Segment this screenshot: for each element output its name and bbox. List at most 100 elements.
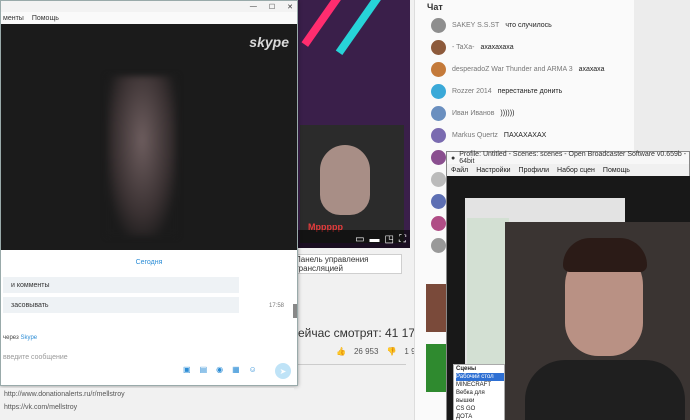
avatar[interactable] xyxy=(431,171,446,187)
skype-logo: skype xyxy=(249,34,289,50)
chat-message: desperadoZ War Thunder and ARMA 3 ахахаха xyxy=(415,58,634,80)
chat-message: Иван Иванов)))))) xyxy=(415,102,634,124)
vk-link[interactable]: https://vk.com/mellstroy xyxy=(4,401,294,414)
skype-video: skype xyxy=(1,24,297,250)
screen: Mppppp ▭ ▬ ◳ ⛶ Панель управления трансля… xyxy=(0,0,690,420)
chat-text: что случилось xyxy=(505,21,552,29)
chat-author[interactable]: Иван Иванов xyxy=(452,110,494,117)
skype-menubar: менты Помощь xyxy=(1,12,297,24)
skype-titlebar: — ☐ ✕ xyxy=(1,1,297,12)
nested-sidebar xyxy=(467,218,509,378)
scenes-header: Сцены xyxy=(456,366,477,372)
close-icon[interactable]: ✕ xyxy=(287,3,293,11)
scene-items: Рабочий стол MINECRAFT Вебка для вышки CS G… xyxy=(456,373,504,420)
obs-webcam xyxy=(505,222,690,420)
obs-logo-icon: ● xyxy=(451,154,456,162)
player-stripe-pink xyxy=(301,0,343,47)
chat-text: ахахахаха xyxy=(480,43,514,51)
chat-author[interactable]: SAKЕY S.S.ST xyxy=(452,22,499,29)
avatar[interactable] xyxy=(431,105,446,121)
chat-message: - TaXa-ахахахаха xyxy=(415,36,634,58)
player-stripe-cyan xyxy=(335,0,389,56)
avatar[interactable] xyxy=(431,149,446,165)
avatar[interactable] xyxy=(431,215,446,231)
menu-item-help[interactable]: Помощь xyxy=(32,15,59,22)
obs-menu-settings[interactable]: Настройки xyxy=(476,167,510,174)
via-app: Skype xyxy=(20,335,38,341)
contact-icon[interactable]: ▦ xyxy=(232,365,240,374)
streamer-body xyxy=(525,360,685,420)
video-thumbnail[interactable] xyxy=(426,284,446,332)
skype-window: — ☐ ✕ менты Помощь skype Сегодня и комме… xyxy=(0,0,298,386)
avatar[interactable] xyxy=(431,61,446,77)
scene-item[interactable]: MINECRAFT xyxy=(456,381,504,389)
dislike-icon[interactable]: 👎 xyxy=(386,347,396,356)
chat-message: засовывать xyxy=(3,297,239,313)
video-thumbnail[interactable] xyxy=(426,344,446,392)
video-person xyxy=(107,76,177,236)
captions-icon[interactable]: ▭ xyxy=(355,234,364,245)
obs-menu-profiles[interactable]: Профили xyxy=(519,167,549,174)
avatar[interactable] xyxy=(431,83,446,99)
chat-header: Чат xyxy=(427,2,443,12)
obs-menu-file[interactable]: Файл xyxy=(451,167,468,174)
via-label: через Skype xyxy=(3,335,37,341)
message-time: 17:58 xyxy=(269,303,285,309)
chat-author[interactable]: Rozzer 2014 xyxy=(452,88,492,95)
streamer-face xyxy=(320,145,370,215)
stream-player[interactable]: Mppppp ▭ ▬ ◳ ⛶ xyxy=(298,0,410,248)
scene-item[interactable]: ДОТА xyxy=(456,413,504,420)
description-links: http://www.donationalerts.ru/r/mellstroy… xyxy=(0,388,294,414)
theater-icon[interactable]: ▬ xyxy=(370,234,380,245)
image-icon[interactable]: ▣ xyxy=(183,365,191,374)
obs-title: Profile: Untitled - Scenes: scenes - Ope… xyxy=(459,151,687,165)
message-input[interactable]: введите сообщение xyxy=(3,354,68,361)
send-button[interactable]: ➤ xyxy=(275,363,291,379)
scene-item[interactable]: Рабочий стол xyxy=(456,373,504,381)
obs-titlebar: ● Profile: Untitled - Scenes: scenes - O… xyxy=(447,151,689,165)
cast-icon[interactable]: ◳ xyxy=(385,234,394,245)
dashboard-button[interactable]: Панель управления трансляцией xyxy=(294,254,402,274)
chat-author[interactable]: desperadoZ War Thunder and ARMA 3 xyxy=(452,66,573,73)
scene-item[interactable]: Вебка для вышки xyxy=(456,389,504,405)
chat-message: SAKЕY S.S.ST что случилось xyxy=(415,14,634,36)
fullscreen-icon[interactable]: ⛶ xyxy=(399,234,406,245)
minimize-icon[interactable]: — xyxy=(250,3,257,10)
player-controls: ▭ ▬ ◳ ⛶ xyxy=(298,230,410,248)
chat-message: и комменты xyxy=(3,277,239,293)
date-separator: Сегодня xyxy=(135,259,163,266)
scrollbar[interactable] xyxy=(293,304,297,318)
donation-link[interactable]: http://www.donationalerts.ru/r/mellstroy xyxy=(4,388,294,401)
scenes-list: Сцены Рабочий стол MINECRAFT Вебка для выш… xyxy=(453,364,505,420)
viewer-count: ейчас смотрят: 41 176 xyxy=(298,326,422,340)
via-prefix: через xyxy=(3,335,19,341)
chat-text: ахахаха xyxy=(578,65,605,73)
chat-author[interactable]: Markus Quertz xyxy=(452,132,498,139)
rating-bar: 👍 26 953 👎 1 939 xyxy=(336,347,424,356)
streamer-hair xyxy=(563,238,647,272)
scene-item[interactable]: CS GO xyxy=(456,405,504,413)
divider xyxy=(296,364,406,365)
chat-author[interactable]: - TaXa- xyxy=(452,44,474,51)
chat-message: Markus Quertz ПАХАХАХАХ xyxy=(415,124,634,146)
avatar[interactable] xyxy=(431,127,446,143)
like-icon[interactable]: 👍 xyxy=(336,347,346,356)
chat-text: ПАХАХАХАХ xyxy=(503,131,547,139)
obs-menu-help[interactable]: Помощь xyxy=(603,167,630,174)
chat-text: )))))) xyxy=(500,109,515,117)
file-icon[interactable]: ▤ xyxy=(200,365,208,374)
avatar[interactable] xyxy=(431,17,446,33)
compose-tools: ▣ ▤ ◉ ▦ ☺ xyxy=(183,365,257,374)
video-message-icon[interactable]: ◉ xyxy=(216,365,223,374)
emoji-icon[interactable]: ☺ xyxy=(249,365,257,374)
chat-message: Rozzer 2014 перестаньте донить xyxy=(415,80,634,102)
chat-text: перестаньте донить xyxy=(497,87,563,95)
obs-menu-scenes[interactable]: Набор сцен xyxy=(557,167,595,174)
avatar[interactable] xyxy=(431,237,446,253)
avatar[interactable] xyxy=(431,39,446,55)
menu-item-contacts[interactable]: менты xyxy=(3,15,24,22)
avatar[interactable] xyxy=(431,193,446,209)
maximize-icon[interactable]: ☐ xyxy=(269,3,275,11)
like-count: 26 953 xyxy=(353,347,379,356)
obs-window: ● Profile: Untitled - Scenes: scenes - O… xyxy=(446,151,690,420)
